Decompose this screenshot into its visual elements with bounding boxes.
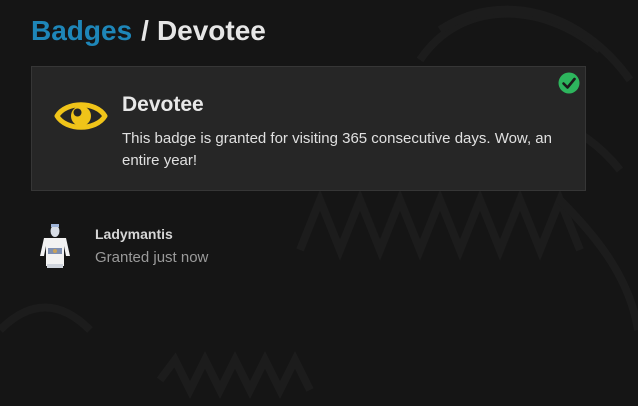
page: Badges / Devotee Devotee This badge is gra… (0, 0, 638, 406)
check-circle-icon (558, 72, 580, 94)
username-link[interactable]: Ladymantis (95, 226, 173, 242)
breadcrumb: Badges / Devotee (31, 12, 266, 50)
page-title: Devotee (156, 15, 266, 46)
user-avatar[interactable] (34, 222, 76, 270)
badge-grant-item: Ladymantis Granted just now (34, 222, 434, 272)
breadcrumb-badges-link[interactable]: Badges (31, 15, 132, 46)
granted-timestamp: Granted just now (95, 249, 209, 266)
breadcrumb-separator: / (141, 15, 149, 46)
badge-title: Devotee (122, 93, 204, 116)
background-pattern (0, 5, 638, 399)
eye-icon (54, 102, 108, 130)
badge-description: This badge is granted for visiting 365 c… (122, 130, 552, 169)
badge-card: Devotee This badge is granted for visiti… (31, 66, 586, 191)
